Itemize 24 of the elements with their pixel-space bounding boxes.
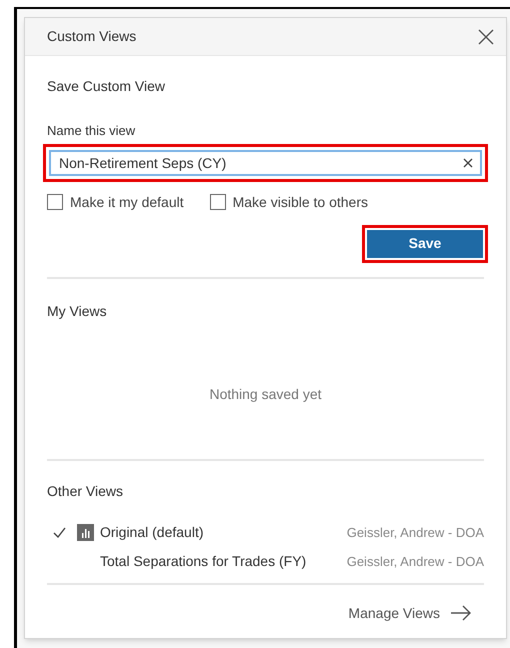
arrow-right-icon <box>450 605 472 621</box>
empty-message: Nothing saved yet <box>208 384 323 404</box>
checkbox-label: Make it my default <box>70 192 184 212</box>
bar-chart-icon <box>77 524 94 541</box>
clear-icon[interactable] <box>463 158 473 168</box>
view-owner: Geissler, Andrew - DOA <box>346 524 484 542</box>
close-button[interactable] <box>476 26 496 46</box>
view-name: Total Separations for Trades (FY) <box>100 552 308 571</box>
section-heading: Other Views <box>47 482 124 500</box>
checkbox-label: Make visible to others <box>232 192 368 212</box>
checkbox[interactable] <box>210 194 226 210</box>
view-list-item[interactable]: Original (default) Geissler, Andrew - DOA <box>47 524 484 542</box>
view-name: Original (default) <box>100 523 204 542</box>
checkbox[interactable] <box>47 194 63 210</box>
section-heading: Save Custom View <box>47 77 166 96</box>
section-heading: My Views <box>47 302 108 321</box>
save-button[interactable]: Save <box>367 230 483 258</box>
dialog-title: Custom Views <box>47 27 136 46</box>
name-field[interactable]: Non-Retirement Seps (CY) <box>49 150 482 176</box>
close-icon <box>478 28 494 44</box>
field-label: Name this view <box>47 122 136 140</box>
view-list-item[interactable]: Total Separations for Trades (FY) Geissler, Andrew - DOA <box>47 552 484 570</box>
view-owner: Geissler, Andrew - DOA <box>346 552 484 571</box>
manage-views-link[interactable]: Manage Views <box>348 602 472 624</box>
